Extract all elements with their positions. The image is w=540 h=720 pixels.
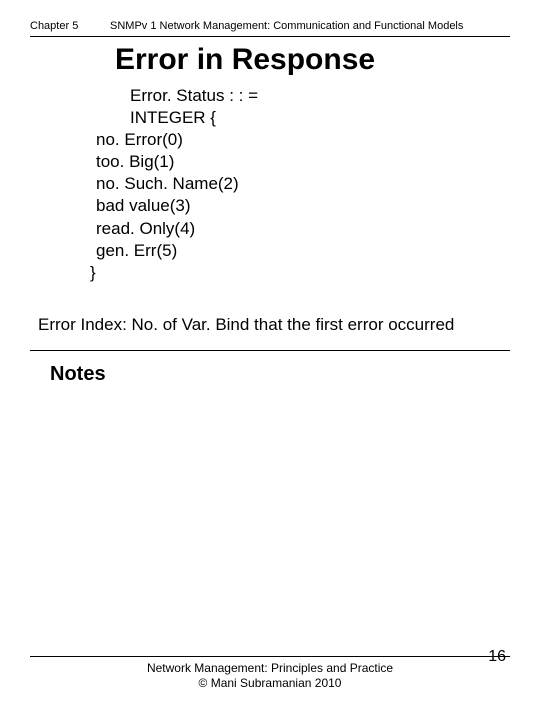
error-index-text: Error Index: No. of Var. Bind that the f… xyxy=(38,314,510,336)
footer-content: Network Management: Principles and Pract… xyxy=(30,661,510,692)
asn-line-status: Error. Status : : = xyxy=(130,85,510,107)
slide-title: Error in Response xyxy=(115,43,510,77)
chapter-title: SNMPv 1 Network Management: Communicatio… xyxy=(110,20,510,32)
slide-footer: Network Management: Principles and Pract… xyxy=(30,656,510,692)
asn-line-integer: INTEGER { xyxy=(130,107,510,129)
footer-text: Network Management: Principles and Pract… xyxy=(145,661,395,692)
notes-heading: Notes xyxy=(50,363,510,386)
footer-line2: © Mani Subramanian 2010 xyxy=(199,676,342,690)
footer-line1: Network Management: Principles and Pract… xyxy=(147,661,393,675)
footer-divider xyxy=(30,656,510,657)
asn-item: no. Such. Name(2) xyxy=(96,173,510,195)
asn-item: bad value(3) xyxy=(96,195,510,217)
asn-item: read. Only(4) xyxy=(96,218,510,240)
asn-definition: Error. Status : : = INTEGER { no. Error(… xyxy=(90,85,510,284)
asn-item: too. Big(1) xyxy=(96,151,510,173)
asn-item: no. Error(0) xyxy=(96,129,510,151)
slide-page: Chapter 5 SNMPv 1 Network Management: Co… xyxy=(0,0,540,720)
page-number: 16 xyxy=(488,647,506,668)
chapter-label: Chapter 5 xyxy=(30,20,110,32)
asn-close-brace: } xyxy=(90,262,510,284)
divider xyxy=(30,350,510,351)
slide-header: Chapter 5 SNMPv 1 Network Management: Co… xyxy=(30,20,510,37)
asn-item: gen. Err(5) xyxy=(96,240,510,262)
